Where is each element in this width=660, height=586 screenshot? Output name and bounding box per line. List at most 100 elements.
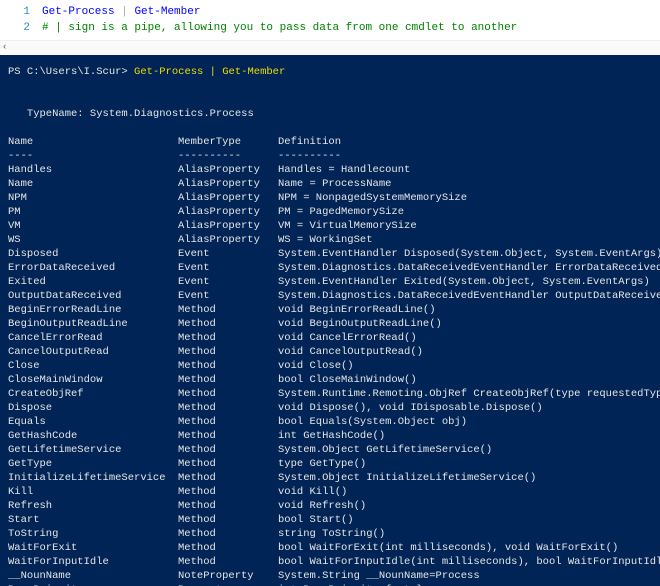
table-underline: ------------------------ xyxy=(8,149,652,163)
table-row: GetLifetimeServiceMethodSystem.Object Ge… xyxy=(8,443,652,457)
table-row: DisposedEventSystem.EventHandler Dispose… xyxy=(8,247,652,261)
table-row: BeginErrorReadLineMethodvoid BeginErrorR… xyxy=(8,303,652,317)
col-name: Name xyxy=(8,135,178,149)
col-definition: System.Runtime.Remoting.ObjRef CreateObj… xyxy=(278,387,660,401)
table-row: ErrorDataReceivedEventSystem.Diagnostics… xyxy=(8,261,652,275)
col-membertype: Method xyxy=(178,513,278,527)
col-membertype: Event xyxy=(178,289,278,303)
col-name: Kill xyxy=(8,485,178,499)
col-membertype: Method xyxy=(178,401,278,415)
line-number: 2 xyxy=(4,20,42,36)
col-membertype: AliasProperty xyxy=(178,233,278,247)
table-row: ToStringMethodstring ToString() xyxy=(8,527,652,541)
col-definition: void BeginErrorReadLine() xyxy=(278,303,436,317)
blank-line xyxy=(8,121,652,135)
table-row: KillMethodvoid Kill() xyxy=(8,485,652,499)
powershell-terminal[interactable]: PS C:\Users\I.Scur> Get-Process | Get-Me… xyxy=(0,55,660,586)
prompt-line: PS C:\Users\I.Scur> Get-Process | Get-Me… xyxy=(8,65,652,79)
col-membertype: Method xyxy=(178,373,278,387)
col-membertype: AliasProperty xyxy=(178,177,278,191)
col-name: ErrorDataReceived xyxy=(8,261,178,275)
col-membertype: Event xyxy=(178,275,278,289)
col-definition: bool Equals(System.Object obj) xyxy=(278,415,467,429)
col-name: Dispose xyxy=(8,401,178,415)
col-membertype: Event xyxy=(178,261,278,275)
col-name: InitializeLifetimeService xyxy=(8,471,178,485)
col-name: Equals xyxy=(8,415,178,429)
col-definition: WS = WorkingSet xyxy=(278,233,373,247)
table-row: StartMethodbool Start() xyxy=(8,513,652,527)
col-definition: System.EventHandler Disposed(System.Obje… xyxy=(278,247,660,261)
col-membertype: Method xyxy=(178,485,278,499)
table-row: ExitedEventSystem.EventHandler Exited(Sy… xyxy=(8,275,652,289)
col-name: CancelOutputRead xyxy=(8,345,178,359)
col-definition: ---------- xyxy=(278,149,341,163)
col-name: CreateObjRef xyxy=(8,387,178,401)
col-membertype: ---------- xyxy=(178,149,278,163)
col-definition: Definition xyxy=(278,135,341,149)
table-row: BeginOutputReadLineMethodvoid BeginOutpu… xyxy=(8,317,652,331)
col-name: OutputDataReceived xyxy=(8,289,178,303)
col-name: Start xyxy=(8,513,178,527)
col-name: GetLifetimeService xyxy=(8,443,178,457)
col-name: Exited xyxy=(8,275,178,289)
col-membertype: Method xyxy=(178,331,278,345)
table-row: GetTypeMethodtype GetType() xyxy=(8,457,652,471)
code-token: | xyxy=(121,6,128,18)
table-row: NPMAliasPropertyNPM = NonpagedSystemMemo… xyxy=(8,191,652,205)
col-definition: bool Start() xyxy=(278,513,354,527)
col-definition: bool CloseMainWindow() xyxy=(278,373,417,387)
col-membertype: AliasProperty xyxy=(178,205,278,219)
col-membertype: MemberType xyxy=(178,135,278,149)
col-definition: System.EventHandler Exited(System.Object… xyxy=(278,275,650,289)
typename-line: TypeName: System.Diagnostics.Process xyxy=(8,107,652,121)
table-row: WaitForInputIdleMethodbool WaitForInputI… xyxy=(8,555,652,569)
col-membertype: Method xyxy=(178,345,278,359)
col-definition: System.Diagnostics.DataReceivedEventHand… xyxy=(278,289,660,303)
scroll-left-arrow-icon[interactable]: ‹ xyxy=(0,42,7,52)
col-name: __NounName xyxy=(8,569,178,583)
table-header: NameMemberTypeDefinition xyxy=(8,135,652,149)
col-name: WaitForInputIdle xyxy=(8,555,178,569)
col-name: Handles xyxy=(8,163,178,177)
col-membertype: Method xyxy=(178,359,278,373)
table-row: DisposeMethodvoid Dispose(), void IDispo… xyxy=(8,401,652,415)
col-definition: bool WaitForInputIdle(int milliseconds),… xyxy=(278,555,660,569)
col-definition: void BeginOutputReadLine() xyxy=(278,317,442,331)
table-row: PMAliasPropertyPM = PagedMemorySize xyxy=(8,205,652,219)
col-name: VM xyxy=(8,219,178,233)
col-definition: int GetHashCode() xyxy=(278,429,385,443)
table-row: CreateObjRefMethodSystem.Runtime.Remotin… xyxy=(8,387,652,401)
table-row: CancelErrorReadMethodvoid CancelErrorRea… xyxy=(8,331,652,345)
table-row: NameAliasPropertyName = ProcessName xyxy=(8,177,652,191)
col-membertype: Event xyxy=(178,247,278,261)
horizontal-scrollbar[interactable]: ‹ xyxy=(0,40,660,55)
editor-line[interactable]: 2# | sign is a pipe, allowing you to pas… xyxy=(4,20,660,36)
table-row: EqualsMethodbool Equals(System.Object ob… xyxy=(8,415,652,429)
col-name: PM xyxy=(8,205,178,219)
col-definition: Name = ProcessName xyxy=(278,177,391,191)
col-name: ToString xyxy=(8,527,178,541)
col-name: Name xyxy=(8,177,178,191)
table-row: VMAliasPropertyVM = VirtualMemorySize xyxy=(8,219,652,233)
code-editor[interactable]: 1Get-Process | Get-Member2# | sign is a … xyxy=(0,0,660,40)
editor-line[interactable]: 1Get-Process | Get-Member xyxy=(4,4,660,20)
col-name: CloseMainWindow xyxy=(8,373,178,387)
col-membertype: Method xyxy=(178,415,278,429)
line-number: 1 xyxy=(4,4,42,20)
col-definition: void CancelErrorRead() xyxy=(278,331,417,345)
col-definition: System.Diagnostics.DataReceivedEventHand… xyxy=(278,261,660,275)
col-name: NPM xyxy=(8,191,178,205)
table-row: WaitForExitMethodbool WaitForExit(int mi… xyxy=(8,541,652,555)
col-definition: string ToString() xyxy=(278,527,385,541)
col-definition: VM = VirtualMemorySize xyxy=(278,219,417,233)
table-row: CloseMainWindowMethodbool CloseMainWindo… xyxy=(8,373,652,387)
table-row: WSAliasPropertyWS = WorkingSet xyxy=(8,233,652,247)
col-definition: void Refresh() xyxy=(278,499,366,513)
col-name: CancelErrorRead xyxy=(8,331,178,345)
table-row: CloseMethodvoid Close() xyxy=(8,359,652,373)
table-row: CancelOutputReadMethodvoid CancelOutputR… xyxy=(8,345,652,359)
col-membertype: Method xyxy=(178,443,278,457)
table-row: RefreshMethodvoid Refresh() xyxy=(8,499,652,513)
col-definition: void Kill() xyxy=(278,485,347,499)
